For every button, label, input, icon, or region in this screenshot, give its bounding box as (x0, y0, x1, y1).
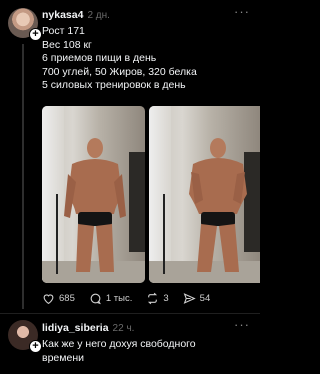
post-timestamp: 2 дн. (87, 10, 110, 21)
post-text-line: 700 углей, 50 Жиров, 320 белка (42, 65, 197, 78)
post-text-line: Рост 171 (42, 25, 85, 37)
post-photo[interactable] (148, 106, 260, 283)
heart-icon (43, 294, 54, 305)
follow-plus-icon[interactable]: + (29, 28, 42, 41)
bodybuilder-figure (188, 138, 247, 272)
photo-tripod (56, 194, 64, 274)
reply-avatar-wrapper[interactable]: + (8, 320, 42, 353)
send-icon (183, 293, 196, 304)
reply-text-line: Как же у него дохуя свободного (42, 338, 196, 350)
repost-button[interactable]: 3 (146, 292, 169, 305)
post-text: Рост 171 Вес 108 кг 6 приемов пищи в ден… (42, 25, 197, 93)
photo-tripod (162, 194, 171, 274)
repost-count: 3 (163, 293, 169, 304)
comment-count: 1 тыс. (105, 293, 133, 304)
post-header: nykasa4 2 дн. (42, 9, 110, 21)
thread-connector-line (22, 44, 24, 309)
post-text-line: Вес 108 кг (42, 38, 92, 51)
share-button[interactable]: 54 (183, 292, 211, 305)
photo-frame (128, 152, 145, 252)
reply-text: Как же у него дохуя свободного времени (42, 338, 196, 365)
post-photo[interactable] (42, 106, 145, 283)
follow-plus-icon[interactable]: + (29, 340, 42, 353)
bodybuilder-figure (64, 138, 126, 272)
share-count: 54 (199, 293, 211, 304)
repost-arrows-icon (148, 292, 158, 305)
post-text-line: 5 силовых тренировок в день (42, 79, 186, 92)
like-button[interactable]: 685 (42, 292, 75, 305)
reply-username[interactable]: lidiya_siberia (42, 322, 109, 334)
more-options-icon[interactable]: ··· (234, 317, 250, 332)
reply-text-line: времени (42, 351, 84, 364)
post-actions-bar: 685 1 тыс. 3 54 (42, 292, 210, 305)
more-options-icon[interactable]: ··· (234, 4, 250, 19)
post-divider (0, 313, 260, 314)
comment-button[interactable]: 1 тыс. (89, 292, 133, 305)
reply-timestamp: 22 ч. (112, 323, 135, 334)
reply-header: lidiya_siberia 22 ч. (42, 322, 134, 334)
comment-bubble-icon (90, 293, 101, 305)
like-count: 685 (59, 293, 75, 304)
post-avatar-wrapper[interactable]: + (8, 8, 42, 41)
post-text-line: 6 приемов пищи в день (42, 52, 157, 65)
post-photo-carousel[interactable] (42, 106, 260, 283)
post-username[interactable]: nykasa4 (42, 9, 83, 21)
